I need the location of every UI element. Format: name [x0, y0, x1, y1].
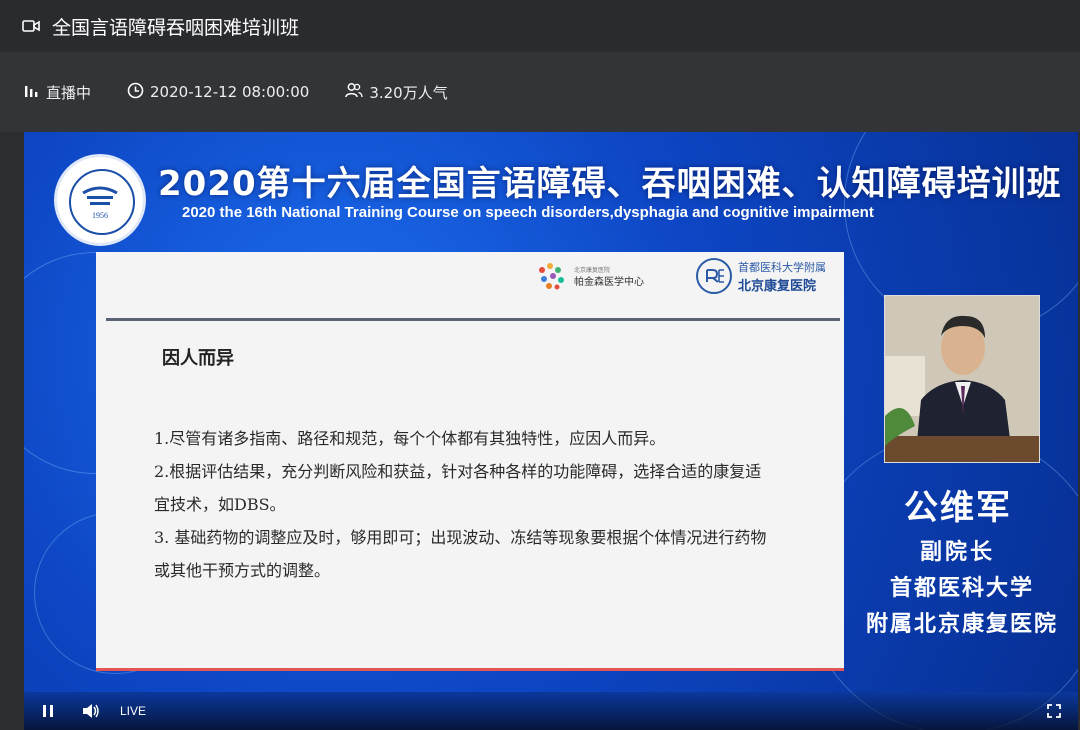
- parkinson-center-logo: 北京康复医院 帕金森医学中心: [534, 258, 682, 296]
- live-status-label: 直播中: [46, 83, 92, 102]
- course-title-cn: 2020第十六届全国言语障碍、吞咽困难、认知障碍培训班: [158, 164, 1062, 204]
- live-status: 直播中: [24, 82, 91, 103]
- hospital-logo: 1956: [54, 154, 146, 246]
- signal-bars-icon: [24, 83, 46, 101]
- course-title-en: 2020 the 16th National Training Course o…: [182, 204, 874, 221]
- start-time-value: 2020-12-12 08:00:00: [150, 83, 310, 101]
- slide-heading: 因人而异: [162, 348, 234, 369]
- pause-icon: [43, 705, 53, 717]
- popularity: 3.20万人气: [345, 82, 448, 103]
- live-info-bar: 直播中 2020-12-12 08:00:00 3.20万人气: [0, 52, 1080, 132]
- speaker-portrait-icon: [885, 296, 1039, 462]
- rehab-seal-icon: [696, 258, 732, 294]
- volume-button[interactable]: [74, 692, 108, 730]
- slide-paragraph-1: 1.尽管有诸多指南、路径和规范，每个个体都有其独特性，应因人而异。: [154, 429, 666, 448]
- video-camera-icon: [22, 15, 44, 37]
- speaker-org-line2: 附属北京康复医院: [866, 612, 1059, 637]
- video-player[interactable]: 1956 2020第十六届全国言语障碍、吞咽困难、认知障碍培训班 2020 th…: [24, 132, 1078, 730]
- player-controls: LIVE: [24, 692, 1078, 730]
- volume-icon: [83, 704, 99, 718]
- start-time: 2020-12-12 08:00:00: [127, 82, 309, 103]
- people-icon: [345, 82, 369, 102]
- rehab-logo-main: 北京康复医院: [738, 278, 817, 294]
- beijing-rehab-logo: 首都医科大学附属 北京康复医院: [696, 256, 842, 296]
- parkinson-center-small: 北京康复医院: [574, 267, 611, 274]
- slide-header-divider: [106, 318, 840, 321]
- logo-emblem-icon: [82, 186, 118, 205]
- speaker-name: 公维军: [904, 488, 1012, 528]
- presentation-slide: 北京康复医院 帕金森医学中心 首都医科大学附属 北京康复医院 因人而异 1.尽管…: [96, 252, 844, 671]
- live-indicator: LIVE: [120, 704, 147, 718]
- dots-logo-icon: [534, 260, 568, 294]
- speaker-photo: [884, 295, 1040, 463]
- window-title: 全国言语障碍吞咽困难培训班: [52, 16, 300, 39]
- slide-paragraph-3: 3. 基础药物的调整应及时，够用即可；出现波动、冻结等现象要根据个体情况进行药物…: [154, 528, 767, 580]
- pause-button[interactable]: [28, 692, 68, 730]
- rehab-logo-text: 首都医科大学附属 北京康复医院: [738, 259, 826, 294]
- logo-year: 1956: [92, 211, 108, 220]
- title-bar: 全国言语障碍吞咽困难培训班: [0, 0, 1080, 52]
- parkinson-center-name: 帕金森医学中心: [574, 277, 644, 288]
- popularity-value: 3.20万人气: [369, 83, 448, 102]
- fullscreen-icon: [1047, 704, 1061, 718]
- speaker-org-line1: 首都医科大学: [890, 576, 1035, 601]
- fullscreen-button[interactable]: [1034, 692, 1074, 730]
- slide-paragraph-2: 2.根据评估结果，充分判断风险和获益，针对各种各样的功能障碍，选择合适的康复适宜…: [154, 462, 762, 514]
- speaker-title: 副院长: [920, 540, 996, 565]
- rehab-logo-top: 首都医科大学附属: [738, 260, 826, 274]
- clock-icon: [127, 82, 150, 103]
- parkinson-center-label: 北京康复医院 帕金森医学中心: [574, 265, 644, 289]
